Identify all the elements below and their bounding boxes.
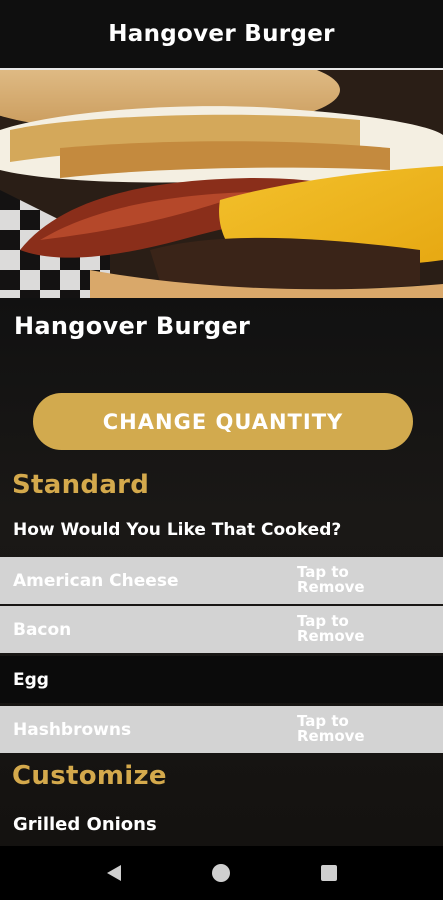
change-quantity-button[interactable]: CHANGE QUANTITY	[33, 393, 413, 450]
back-button[interactable]	[94, 853, 134, 893]
ingredient-row-egg[interactable]: Egg	[0, 656, 443, 703]
ingredient-label: Hashbrowns	[13, 719, 132, 740]
tap-to-remove-button[interactable]: Tap to Remove	[297, 714, 397, 744]
cooking-question: How Would You Like That Cooked?	[13, 520, 342, 540]
burger-photo	[0, 70, 443, 298]
back-icon	[106, 865, 121, 881]
home-button[interactable]	[201, 853, 241, 893]
customize-section-title: Customize	[12, 761, 167, 791]
ingredient-row-american-cheese[interactable]: American Cheese Tap to Remove	[0, 557, 443, 604]
home-icon	[212, 864, 231, 882]
tap-to-remove-button[interactable]: Tap to Remove	[297, 614, 397, 644]
ingredient-label: American Cheese	[13, 570, 179, 591]
ingredient-row-hashbrowns[interactable]: Hashbrowns Tap to Remove	[0, 706, 443, 753]
customize-option-grilled-onions[interactable]: Grilled Onions	[13, 814, 157, 835]
ingredient-row-bacon[interactable]: Bacon Tap to Remove	[0, 606, 443, 653]
recents-icon	[321, 865, 338, 881]
app-bar-title: Hangover Burger	[108, 21, 335, 47]
app-bar: Hangover Burger	[0, 0, 443, 70]
ingredient-label: Egg	[13, 669, 49, 690]
recents-button[interactable]	[309, 853, 349, 893]
tap-to-remove-button[interactable]: Tap to Remove	[297, 565, 397, 595]
system-navigation-bar	[0, 846, 443, 900]
ingredient-label: Bacon	[13, 619, 72, 640]
standard-section-title: Standard	[12, 470, 150, 500]
item-title: Hangover Burger	[14, 312, 251, 340]
